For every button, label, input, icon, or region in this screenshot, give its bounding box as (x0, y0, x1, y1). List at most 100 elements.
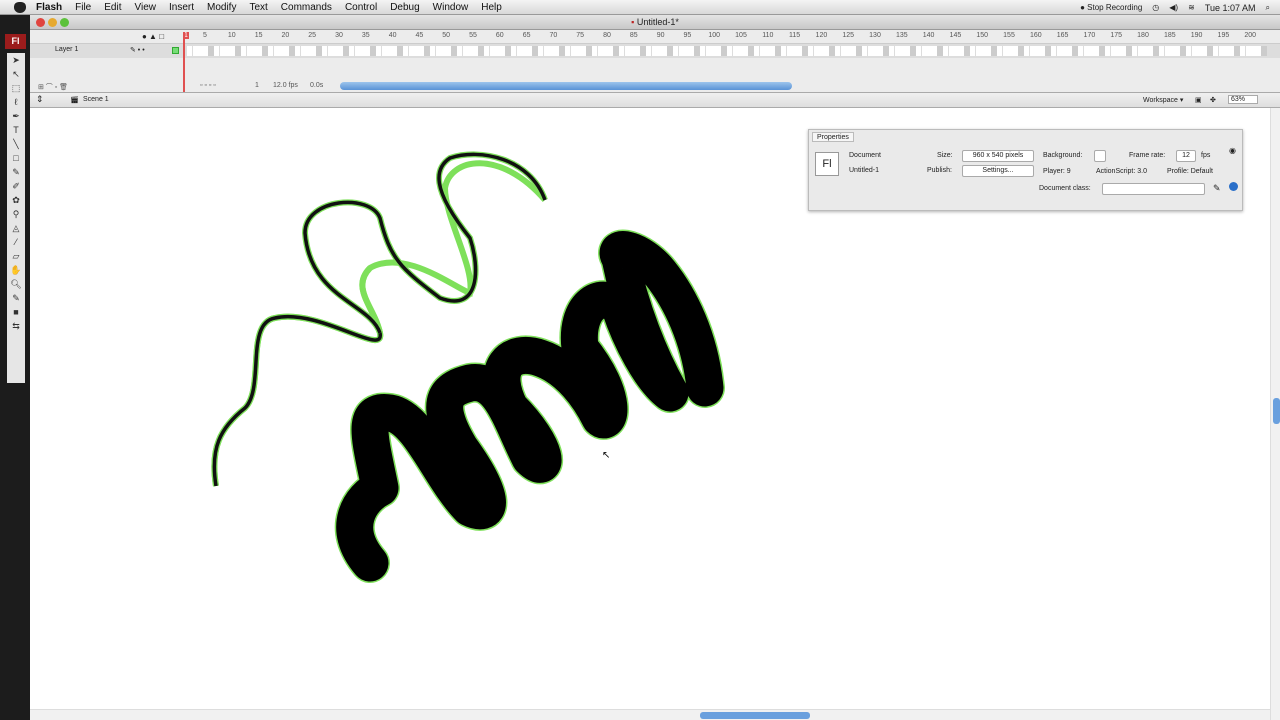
menu-insert[interactable]: Insert (169, 2, 194, 13)
free-transform-icon[interactable]: ⬚ (7, 81, 25, 95)
info-icon[interactable] (1229, 182, 1238, 191)
workspace-menu[interactable]: Workspace ▾ (1143, 96, 1183, 104)
document-icon: Fl (815, 152, 839, 176)
zoom-icon[interactable]: 🔍︎ (7, 277, 25, 291)
rectangle-tool-icon[interactable]: □ (7, 151, 25, 165)
timeline-scrollbar[interactable] (340, 82, 792, 90)
layer-name[interactable]: Layer 1 (55, 46, 78, 53)
frame-number: 40 (388, 32, 397, 39)
document-name: Untitled-1 (849, 167, 879, 174)
fill-color-icon[interactable]: ■ (7, 305, 25, 319)
menu-app[interactable]: Flash (36, 2, 62, 13)
volume-icon[interactable]: ◀) (1169, 3, 1178, 12)
current-frame: 1 (255, 82, 259, 89)
frame-number: 170 (1083, 32, 1096, 39)
vertical-scroll-thumb[interactable] (1273, 398, 1280, 424)
frame-number: 90 (656, 32, 665, 39)
elapsed-time: 0.0s (310, 82, 324, 89)
stage-vertical-scrollbar[interactable] (1270, 108, 1280, 720)
edit-scene-icon[interactable]: ✤ (1210, 96, 1216, 104)
layer-toggle-icons[interactable]: ● ▲ □ (142, 32, 164, 41)
tool-strip: ➤ ↖ ⬚ ℓ ✒ T ╲ □ ✎ ✐ ✿ ⚲ ◬ ⁄ ▱ ✋ 🔍︎ ✎ ■ ⇆ (7, 53, 25, 383)
scene-name[interactable]: Scene 1 (83, 96, 109, 103)
window-title: Untitled-1* (636, 17, 679, 27)
frame-number: 110 (762, 32, 774, 39)
zoom-field[interactable]: 63% (1228, 95, 1258, 104)
eraser-icon[interactable]: ▱ (7, 249, 25, 263)
wifi-icon[interactable]: ≋ (1188, 3, 1195, 12)
document-class-input[interactable] (1102, 183, 1205, 195)
menu-debug[interactable]: Debug (390, 2, 419, 13)
menu-help[interactable]: Help (481, 2, 502, 13)
frame-number: 50 (442, 32, 451, 39)
menu-bar: Flash File Edit View Insert Modify Text … (0, 0, 1280, 15)
menu-window[interactable]: Window (433, 2, 469, 13)
edit-bar: ⇕ 🎬︎ Scene 1 Workspace ▾ ▣ ✤ 63% (30, 93, 1280, 108)
brush-icon[interactable]: ✐ (7, 179, 25, 193)
scene-icon: 🎬︎ (70, 97, 79, 104)
back-arrow-icon[interactable]: ⇕ (36, 94, 44, 105)
spotlight-icon[interactable]: ⌕ (1266, 3, 1270, 13)
pen-icon[interactable]: ✒ (7, 109, 25, 123)
properties-panel: Properties Fl Document Untitled-1 Size: … (808, 129, 1243, 211)
layer-outline-icon[interactable] (172, 47, 179, 54)
frame-cells[interactable] (187, 46, 1267, 56)
apple-icon[interactable] (14, 1, 26, 13)
menu-view[interactable]: View (134, 2, 156, 13)
swap-colors-icon[interactable]: ⇆ (7, 319, 25, 333)
panel-options-icon[interactable]: ◉ (1229, 146, 1236, 155)
pencil-icon: ✎ • • (130, 47, 145, 54)
zoom-button[interactable] (60, 18, 69, 27)
frame-number: 45 (415, 32, 424, 39)
edit-symbols-icon[interactable]: ▣ (1195, 96, 1202, 104)
frame-rate: 12.0 fps (273, 82, 298, 89)
background-color-swatch[interactable] (1094, 150, 1106, 162)
pencil-icon[interactable]: ✎ (7, 165, 25, 179)
frame-ruler[interactable]: ● ▲ □ 1 5 10 15 20 25 30 35 40 45 50 55 60 65 70 75 80 85… (30, 30, 1280, 44)
hand-icon[interactable]: ✋ (7, 263, 25, 277)
horizontal-scroll-thumb[interactable] (700, 712, 810, 719)
stop-recording[interactable]: ● Stop Recording (1080, 3, 1142, 12)
menu-control[interactable]: Control (345, 2, 377, 13)
bone-icon[interactable]: ⚲ (7, 207, 25, 221)
stroke-color-icon[interactable]: ✎ (7, 291, 25, 305)
edit-class-pencil-icon[interactable]: ✎ (1213, 183, 1221, 194)
frame-rate-input[interactable]: 12 (1176, 150, 1196, 162)
player-version: Player: 9 (1043, 168, 1071, 175)
lasso-icon[interactable]: ℓ (7, 95, 25, 109)
frame-number: 65 (522, 32, 531, 39)
text-tool-icon[interactable]: T (7, 123, 25, 137)
window-titlebar: ▪ Untitled-1* (30, 15, 1280, 30)
tools-panel: Fl ➤ ↖ ⬚ ℓ ✒ T ╲ □ ✎ ✐ ✿ ⚲ ◬ ⁄ ▱ ✋ 🔍︎ ✎ … (0, 15, 30, 720)
menu-file[interactable]: File (75, 2, 91, 13)
onion-skin-icons[interactable]: ▫ ▫ ▫ ▫ (200, 82, 216, 89)
deco-icon[interactable]: ✿ (7, 193, 25, 207)
size-button[interactable]: 960 x 540 pixels (962, 150, 1034, 162)
frame-number: 80 (603, 32, 611, 39)
menu-text[interactable]: Text (249, 2, 267, 13)
eyedropper-icon[interactable]: ⁄ (7, 235, 25, 249)
subselection-tool-icon[interactable]: ↖ (7, 67, 25, 81)
frame-number: 35 (361, 32, 370, 39)
publish-label: Publish: (927, 167, 952, 174)
minimize-button[interactable] (48, 18, 57, 27)
frame-number: 190 (1190, 32, 1203, 39)
menu-modify[interactable]: Modify (207, 2, 236, 13)
menu-edit[interactable]: Edit (104, 2, 121, 13)
frame-number: 30 (335, 32, 343, 39)
selection-tool-icon[interactable]: ➤ (7, 53, 25, 67)
frame-number: 60 (495, 32, 504, 39)
properties-tab[interactable]: Properties (812, 132, 854, 142)
frame-number: 200 (1244, 32, 1257, 39)
stage-horizontal-scrollbar[interactable] (30, 709, 1270, 720)
frame-number: 55 (469, 32, 477, 39)
line-tool-icon[interactable]: ╲ (7, 137, 25, 151)
paint-bucket-icon[interactable]: ◬ (7, 221, 25, 235)
frame-number: 100 (708, 32, 721, 39)
menu-commands[interactable]: Commands (281, 2, 332, 13)
layer-buttons[interactable]: ⊞ ⌒ ▫ 🗑︎ (38, 82, 68, 92)
sync-icon[interactable]: ◷ (1152, 3, 1159, 12)
close-button[interactable] (36, 18, 45, 27)
publish-settings-button[interactable]: Settings... (962, 165, 1034, 177)
clock[interactable]: Tue 1:07 AM (1205, 3, 1256, 13)
